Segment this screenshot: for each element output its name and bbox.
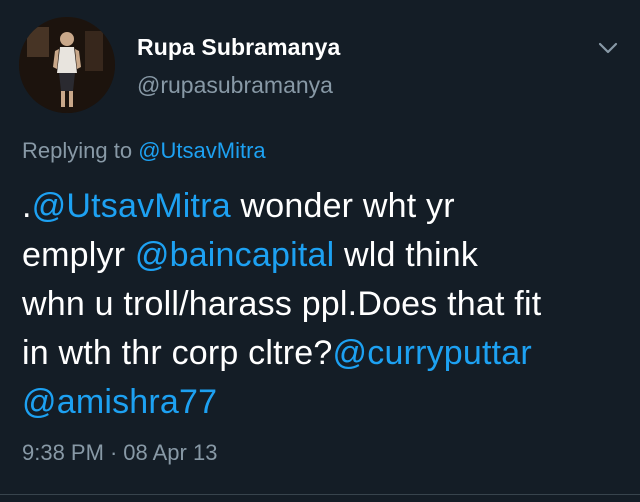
mention-link[interactable]: @UtsavMitra <box>32 187 231 225</box>
tweet-text-segment: . <box>22 187 32 225</box>
tweet-date: 08 Apr 13 <box>123 440 218 465</box>
tweet-text: .@UtsavMitra wonder wht yr emplyr @bainc… <box>22 182 622 427</box>
replying-to-mention[interactable]: @UtsavMitra <box>138 138 265 163</box>
meta-separator: · <box>109 440 118 465</box>
mention-link[interactable]: @curryputtar <box>333 334 532 372</box>
author-handle[interactable]: @rupasubramanya <box>137 72 333 99</box>
avatar[interactable] <box>19 17 115 113</box>
avatar-image <box>19 17 115 113</box>
replying-to: Replying to @UtsavMitra <box>22 138 266 164</box>
replying-to-label: Replying to <box>22 138 139 163</box>
mention-link[interactable]: @baincapital <box>135 236 334 274</box>
tweet-card: Rupa Subramanya @rupasubramanya Replying… <box>0 0 640 502</box>
tweet-time: 9:38 PM <box>22 440 104 465</box>
tweet-timestamp[interactable]: 9:38 PM · 08 Apr 13 <box>22 440 217 466</box>
mention-link[interactable]: @amishra77 <box>22 383 217 421</box>
chevron-down-icon[interactable] <box>596 36 620 60</box>
divider <box>0 494 640 495</box>
author-display-name[interactable]: Rupa Subramanya <box>137 34 340 61</box>
